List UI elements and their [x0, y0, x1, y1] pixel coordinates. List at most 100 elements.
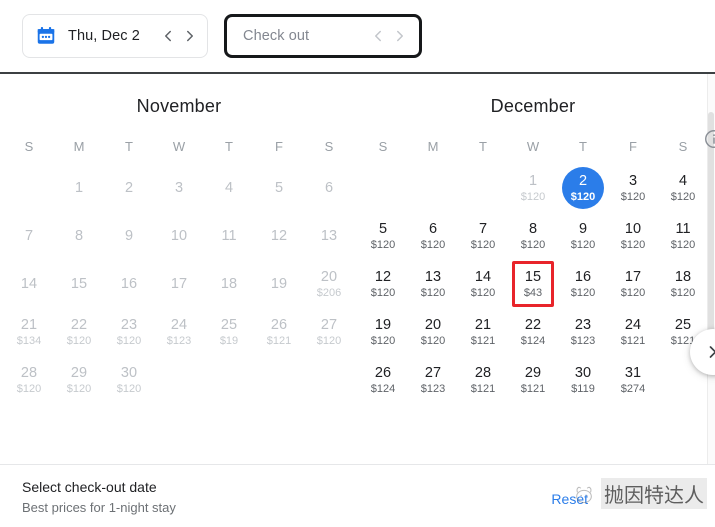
day-cell-november-6: 6 [304, 164, 354, 212]
day-cell-november-11: 11 [204, 212, 254, 260]
week-row: 1 2 3 4 5 6 [4, 164, 354, 212]
day-number: 28 [474, 364, 492, 381]
day-number: 4 [678, 172, 688, 189]
day-cell-november-1: 1 [54, 164, 104, 212]
check-in-field[interactable]: Thu, Dec 2 [22, 14, 208, 58]
day-number: 20 [320, 268, 338, 285]
day-price: $119 [571, 382, 595, 395]
day-price: $120 [116, 382, 142, 395]
day-cell-december-6[interactable]: 6 $120 [408, 212, 458, 260]
day-cell-november-5: 5 [254, 164, 304, 212]
day-number: 30 [574, 364, 592, 381]
day-number: 14 [474, 268, 492, 285]
day-cell-december-15[interactable]: 15 $43 [508, 260, 558, 308]
day-price: $123 [420, 382, 446, 395]
day-cell-december-26[interactable]: 26 $124 [358, 356, 408, 404]
day-number: 6 [324, 179, 334, 196]
weekday-label-4: T [225, 139, 233, 154]
week-row: 21 $134 22 $120 23 $120 24 $123 25 $19 26 $121 27 $12… [4, 308, 354, 356]
check-out-next-day-button[interactable] [389, 25, 411, 47]
empty-cell [254, 356, 304, 404]
day-cell-december-29[interactable]: 29 $121 [508, 356, 558, 404]
week-row: 1 $120 2 $120 3 $120 4 $120 [358, 164, 708, 212]
day-cell-december-20[interactable]: 20 $120 [408, 308, 458, 356]
day-price: $120 [570, 190, 596, 203]
day-number: 9 [578, 220, 588, 237]
day-cell-december-12[interactable]: 12 $120 [358, 260, 408, 308]
day-number: 15 [524, 268, 542, 285]
weekday-label-3: W [172, 139, 186, 154]
day-cell-december-3[interactable]: 3 $120 [608, 164, 658, 212]
check-in-value: Thu, Dec 2 [68, 28, 140, 44]
day-cell-december-11[interactable]: 11 $120 [658, 212, 708, 260]
day-cell-december-14[interactable]: 14 $120 [458, 260, 508, 308]
month-title: November [136, 96, 222, 116]
day-cell-november-7: 7 [4, 212, 54, 260]
day-price: $123 [570, 334, 596, 347]
day-price: $120 [620, 286, 646, 299]
day-price: $120 [420, 334, 446, 347]
day-cell-december-4[interactable]: 4 $120 [658, 164, 708, 212]
day-cell-december-30[interactable]: 30 $119 [558, 356, 608, 404]
day-cell-december-16[interactable]: 16 $120 [558, 260, 608, 308]
day-cell-december-24[interactable]: 24 $121 [608, 308, 658, 356]
check-in-prev-day-button[interactable] [157, 25, 179, 47]
day-number: 11 [221, 227, 237, 244]
day-cell-november-30: 30 $120 [104, 356, 154, 404]
day-cell-december-27[interactable]: 27 $123 [408, 356, 458, 404]
weekday-label-5: F [629, 139, 637, 154]
day-cell-december-2[interactable]: 2 $120 [558, 164, 608, 212]
day-cell-december-31[interactable]: 31 $274 [608, 356, 658, 404]
day-number: 15 [70, 275, 88, 292]
day-cell-december-18[interactable]: 18 $120 [658, 260, 708, 308]
day-price: $121 [470, 382, 496, 395]
weekday-label-3: W [526, 139, 540, 154]
day-cell-december-13[interactable]: 13 $120 [408, 260, 458, 308]
day-number: 4 [224, 179, 234, 196]
day-number: 24 [170, 316, 188, 333]
day-cell-november-15: 15 [54, 260, 104, 308]
day-cell-december-9[interactable]: 9 $120 [558, 212, 608, 260]
day-cell-december-21[interactable]: 21 $121 [458, 308, 508, 356]
day-cell-december-17[interactable]: 17 $120 [608, 260, 658, 308]
day-price: $120 [670, 286, 696, 299]
check-in-next-day-button[interactable] [179, 25, 201, 47]
day-number: 28 [20, 364, 38, 381]
day-number: 5 [378, 220, 388, 237]
day-number: 18 [674, 268, 692, 285]
check-out-field[interactable]: Check out [224, 14, 422, 58]
day-number: 8 [528, 220, 538, 237]
day-cell-december-7[interactable]: 7 $120 [458, 212, 508, 260]
day-cell-november-12: 12 [254, 212, 304, 260]
day-number: 10 [170, 227, 188, 244]
day-cell-december-8[interactable]: 8 $120 [508, 212, 558, 260]
week-row: 26 $124 27 $123 28 $121 29 $121 30 $119 31 $274 [358, 356, 708, 404]
weekday-label-5: F [275, 139, 283, 154]
day-number: 5 [274, 179, 284, 196]
day-price: $120 [520, 238, 546, 251]
day-number: 22 [524, 316, 542, 333]
day-number: 21 [20, 316, 38, 333]
day-cell-december-23[interactable]: 23 $123 [558, 308, 608, 356]
reset-button[interactable]: Reset [551, 491, 588, 507]
day-cell-december-5[interactable]: 5 $120 [358, 212, 408, 260]
panel-footer: Select check-out date Best prices for 1-… [0, 464, 715, 527]
day-cell-december-22[interactable]: 22 $124 [508, 308, 558, 356]
day-cell-december-10[interactable]: 10 $120 [608, 212, 658, 260]
day-number: 16 [574, 268, 592, 285]
info-icon[interactable] [703, 128, 715, 150]
day-number: 23 [574, 316, 592, 333]
day-cell-november-17: 17 [154, 260, 204, 308]
day-number: 31 [624, 364, 642, 381]
day-number: 30 [120, 364, 138, 381]
check-out-prev-day-button[interactable] [367, 25, 389, 47]
day-cell-november-10: 10 [154, 212, 204, 260]
day-cell-november-4: 4 [204, 164, 254, 212]
day-cell-december-28[interactable]: 28 $121 [458, 356, 508, 404]
day-number: 21 [474, 316, 492, 333]
day-number: 3 [174, 179, 184, 196]
weekday-header-row: SMTWTFS [358, 139, 708, 154]
day-number: 24 [624, 316, 642, 333]
day-cell-december-19[interactable]: 19 $120 [358, 308, 408, 356]
calendar-body: November S M T W T F S 1 2 3 4 5 6 7 8 9 10 11 12 13 14 15 16 17… [0, 74, 715, 464]
